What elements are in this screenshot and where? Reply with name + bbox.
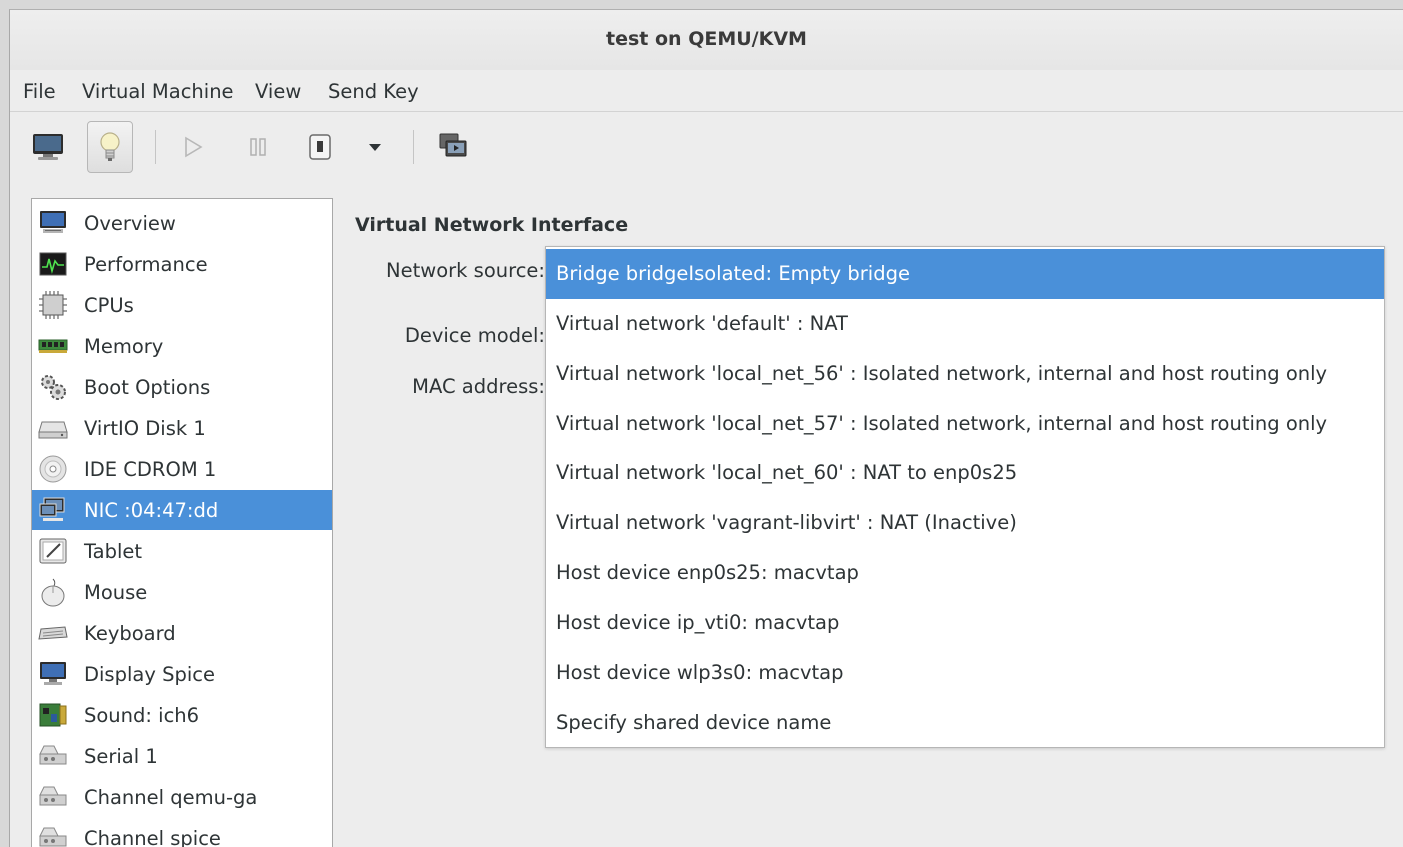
sidebar-item-overview[interactable]: Overview (32, 203, 332, 243)
sound-card-icon (38, 700, 68, 730)
monitor-icon (38, 208, 68, 238)
mac-address-label: MAC address: (412, 375, 545, 398)
keyboard-icon (38, 618, 68, 648)
sidebar-item-channel-spice[interactable]: Channel spice (32, 818, 332, 847)
toolbar-separator (155, 130, 156, 164)
dropdown-option[interactable]: Virtual network 'local_net_56' : Isolate… (546, 349, 1384, 399)
dropdown-option[interactable]: Virtual network 'local_net_60' : NAT to … (546, 448, 1384, 498)
network-source-dropdown-menu[interactable]: Bridge bridgeIsolated: Empty bridge Virt… (545, 246, 1385, 748)
network-source-label: Network source: (386, 259, 545, 282)
menu-view[interactable]: View (255, 80, 301, 103)
section-title: Virtual Network Interface (355, 214, 629, 236)
sidebar-item-label: Sound: ich6 (84, 703, 200, 727)
dropdown-option[interactable]: Virtual network 'default' : NAT (546, 299, 1384, 349)
dropdown-option[interactable]: Host device wlp3s0: macvtap (546, 648, 1384, 698)
sidebar-item-label: Performance (84, 252, 208, 276)
dropdown-option[interactable]: Host device enp0s25: macvtap (546, 548, 1384, 598)
run-button[interactable] (170, 121, 216, 173)
sidebar-item-performance[interactable]: Performance (32, 244, 332, 284)
dropdown-option[interactable]: Virtual network 'vagrant-libvirt' : NAT … (546, 498, 1384, 548)
sidebar-item-label: Mouse (84, 580, 148, 604)
display-icon (38, 659, 68, 689)
vm-details-window: test on QEMU/KVM File Virtual Machine Vi… (9, 9, 1403, 847)
sidebar-item-label: Overview (84, 211, 176, 235)
menu-bar: File Virtual Machine View Send Key (10, 70, 1403, 112)
dropdown-option[interactable]: Host device ip_vti0: macvtap (546, 598, 1384, 648)
cdrom-icon (38, 454, 68, 484)
toolbar-separator (413, 130, 414, 164)
sidebar-item-sound[interactable]: Sound: ich6 (32, 695, 332, 735)
sidebar-item-label: Tablet (84, 539, 143, 563)
sidebar-item-label: Channel qemu-ga (84, 785, 258, 809)
sidebar-item-label: Display Spice (84, 662, 215, 686)
sidebar-item-label: Channel spice (84, 826, 221, 847)
tablet-icon (38, 536, 68, 566)
channel-icon (38, 782, 68, 812)
screenshot-icon (439, 133, 467, 157)
cpu-chip-icon (38, 290, 68, 320)
dropdown-option[interactable]: Virtual network 'local_net_57' : Isolate… (546, 399, 1384, 449)
dropdown-option[interactable]: Specify shared device name (546, 698, 1384, 748)
sidebar-item-keyboard[interactable]: Keyboard (32, 613, 332, 653)
sidebar-item-channel-qemu-ga[interactable]: Channel qemu-ga (32, 777, 332, 817)
sidebar-item-ide-cdrom-1[interactable]: IDE CDROM 1 (32, 449, 332, 489)
memory-module-icon (38, 331, 68, 361)
hardware-list[interactable]: Overview Performance CPUs Memory Boot Op… (31, 198, 333, 847)
title-bar[interactable]: test on QEMU/KVM (10, 10, 1403, 70)
pause-icon (250, 138, 266, 156)
menu-file[interactable]: File (23, 80, 56, 103)
dropdown-option[interactable]: Bridge bridgeIsolated: Empty bridge (546, 249, 1384, 299)
lightbulb-icon (100, 132, 120, 161)
hard-disk-icon (38, 413, 68, 443)
sidebar-item-memory[interactable]: Memory (32, 326, 332, 366)
menu-send-key[interactable]: Send Key (328, 80, 419, 103)
channel-icon (38, 823, 68, 847)
console-button[interactable] (25, 121, 71, 173)
toolbar (10, 112, 1403, 178)
window-title: test on QEMU/KVM (606, 28, 807, 50)
menu-virtual-machine[interactable]: Virtual Machine (82, 80, 234, 103)
sidebar-item-mouse[interactable]: Mouse (32, 572, 332, 612)
sidebar-item-label: Serial 1 (84, 744, 158, 768)
monitor-icon (33, 134, 63, 160)
sidebar-item-label: VirtIO Disk 1 (84, 416, 206, 440)
power-icon (309, 134, 331, 160)
sidebar-item-label: Keyboard (84, 621, 176, 645)
pause-button[interactable] (235, 121, 281, 173)
sidebar-item-cpus[interactable]: CPUs (32, 285, 332, 325)
play-icon (185, 136, 203, 158)
sidebar-item-nic[interactable]: NIC :04:47:dd (32, 490, 332, 530)
shutdown-button[interactable] (297, 121, 343, 173)
shutdown-menu-button[interactable] (355, 121, 395, 173)
sidebar-item-label: Boot Options (84, 375, 211, 399)
sidebar-item-display-spice[interactable]: Display Spice (32, 654, 332, 694)
sidebar-item-virtio-disk-1[interactable]: VirtIO Disk 1 (32, 408, 332, 448)
sidebar-item-boot-options[interactable]: Boot Options (32, 367, 332, 407)
device-model-label: Device model: (404, 324, 545, 347)
network-card-icon (38, 495, 68, 525)
gears-icon (38, 372, 68, 402)
sidebar-item-tablet[interactable]: Tablet (32, 531, 332, 571)
performance-graph-icon (38, 249, 68, 279)
dropdown-arrow-icon (369, 144, 381, 151)
sidebar-item-label: CPUs (84, 293, 134, 317)
fullscreen-button[interactable] (430, 121, 476, 173)
sidebar-item-label: Memory (84, 334, 164, 358)
details-button[interactable] (87, 121, 133, 173)
sidebar-item-serial-1[interactable]: Serial 1 (32, 736, 332, 776)
mouse-icon (38, 577, 68, 607)
sidebar-item-label: IDE CDROM 1 (84, 457, 217, 481)
serial-port-icon (38, 741, 68, 771)
sidebar-item-label: NIC :04:47:dd (84, 498, 219, 522)
